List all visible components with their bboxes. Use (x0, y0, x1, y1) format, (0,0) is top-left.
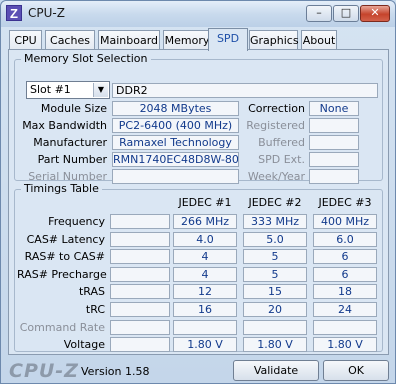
timing-empty-cell (110, 249, 170, 265)
close-button[interactable]: ✕ (360, 5, 390, 22)
cpuz-window: Z CPU-Z – □ ✕ CPU Caches Mainboard Memor… (0, 0, 396, 384)
part-number-field: RMN1740EC48D8W-800 (112, 152, 239, 167)
max-bandwidth-label: Max Bandwidth (22, 119, 107, 132)
ok-button[interactable]: OK (323, 360, 389, 381)
timing-value-cell: 5 (243, 266, 307, 282)
spd-ext-label: SPD Ext. (258, 153, 305, 166)
timing-value-cell (313, 319, 377, 335)
tab-about[interactable]: About (301, 30, 337, 50)
buffered-field (309, 135, 359, 150)
timing-column-header: JEDEC #2 (248, 196, 302, 209)
timing-row-label: RAS# to CAS# (24, 250, 105, 264)
module-size-label: Module Size (40, 102, 107, 115)
timing-value-cell: 12 (173, 284, 237, 300)
timing-value-cell: 6 (313, 249, 377, 265)
timing-value-cell: 333 MHz (243, 214, 307, 229)
spd-ext-field (309, 152, 359, 167)
registered-label: Registered (246, 119, 305, 132)
timings-group: Timings Table JEDEC #1 JEDEC #2 JEDEC #3 Fr… (14, 182, 383, 353)
slot-select-value: Slot #1 (30, 83, 71, 96)
timing-value-cell: 16 (173, 302, 237, 317)
timings-group-title: Timings Table (21, 182, 102, 195)
part-number-label: Part Number (37, 153, 107, 166)
timing-value-cell: 1.80 V (243, 337, 307, 353)
registered-field (309, 118, 359, 133)
tab-mainboard[interactable]: Mainboard (98, 30, 160, 50)
timing-value-cell: 6.0 (313, 231, 377, 247)
validate-button[interactable]: Validate (233, 360, 319, 381)
timing-value-cell: 18 (313, 284, 377, 300)
buffered-label: Buffered (258, 136, 305, 149)
timing-empty-cell (110, 214, 170, 229)
footer-bar: CPU-Z Version 1.58 Validate OK (1, 358, 395, 384)
timing-value-cell: 1.80 V (173, 337, 237, 353)
timing-row-label: tRAS (78, 285, 105, 299)
timing-row-label: Voltage (63, 338, 105, 352)
timing-column-header: JEDEC #3 (318, 196, 372, 209)
serial-number-field (112, 169, 239, 184)
chevron-down-icon[interactable]: ▼ (93, 83, 108, 97)
timing-value-cell: 6 (313, 266, 377, 282)
timing-column-header: JEDEC #1 (178, 196, 232, 209)
tab-spd[interactable]: SPD (208, 28, 248, 51)
timing-value-cell: 400 MHz (313, 214, 377, 229)
cpuz-app-icon: Z (6, 5, 22, 21)
timing-empty-cell (110, 284, 170, 300)
timing-row-label: CAS# Latency (26, 232, 105, 246)
module-size-field: 2048 MBytes (112, 101, 239, 116)
cpuz-logo: CPU-Z (9, 360, 79, 382)
timing-row-label: Frequency (48, 215, 105, 228)
memory-type-field: DDR2 (112, 83, 378, 98)
timing-value-cell: 20 (243, 302, 307, 317)
timing-value-cell: 24 (313, 302, 377, 317)
minimize-button[interactable]: – (306, 5, 332, 22)
tab-graphics[interactable]: Graphics (249, 30, 299, 50)
slot-select[interactable]: Slot #1 ▼ (26, 81, 110, 99)
week-year-field (309, 169, 359, 184)
timing-value-cell: 4 (173, 266, 237, 282)
timing-value-cell (173, 319, 237, 335)
timing-row-label: Command Rate (19, 320, 105, 334)
timing-row-label: RAS# Precharge (17, 267, 107, 281)
title-bar[interactable]: Z CPU-Z – □ ✕ (1, 1, 395, 27)
timing-value-cell: 266 MHz (173, 214, 237, 229)
timing-empty-cell (110, 337, 170, 353)
timing-empty-cell (110, 319, 170, 335)
version-label: Version 1.58 (81, 365, 150, 378)
tab-memory[interactable]: Memory (163, 30, 211, 50)
timing-empty-cell (110, 266, 170, 282)
timing-value-cell: 5 (243, 249, 307, 265)
timing-value-cell (243, 319, 307, 335)
timing-value-cell: 4 (173, 249, 237, 265)
tab-cpu[interactable]: CPU (9, 30, 42, 50)
timing-value-cell: 4.0 (173, 231, 237, 247)
timing-value-cell: 1.80 V (313, 337, 377, 353)
spd-page: Memory Slot Selection Slot #1 ▼ DDR2 Mod… (8, 49, 389, 355)
timing-value-cell: 15 (243, 284, 307, 300)
week-year-label: Week/Year (247, 170, 305, 183)
window-title: CPU-Z (28, 6, 65, 20)
timing-value-cell: 5.0 (243, 231, 307, 247)
maximize-button[interactable]: □ (333, 5, 359, 22)
timing-empty-cell (110, 231, 170, 247)
max-bandwidth-field: PC2-6400 (400 MHz) (112, 118, 239, 133)
tab-caches[interactable]: Caches (45, 30, 95, 50)
memory-slot-group: Memory Slot Selection Slot #1 ▼ DDR2 Mod… (14, 52, 383, 184)
correction-label: Correction (248, 102, 305, 115)
timing-empty-cell (110, 302, 170, 317)
manufacturer-label: Manufacturer (33, 136, 107, 149)
correction-field: None (309, 101, 359, 116)
memory-slot-group-title: Memory Slot Selection (21, 52, 151, 65)
manufacturer-field: Ramaxel Technology (112, 135, 239, 150)
timing-row-label: tRC (85, 303, 105, 316)
